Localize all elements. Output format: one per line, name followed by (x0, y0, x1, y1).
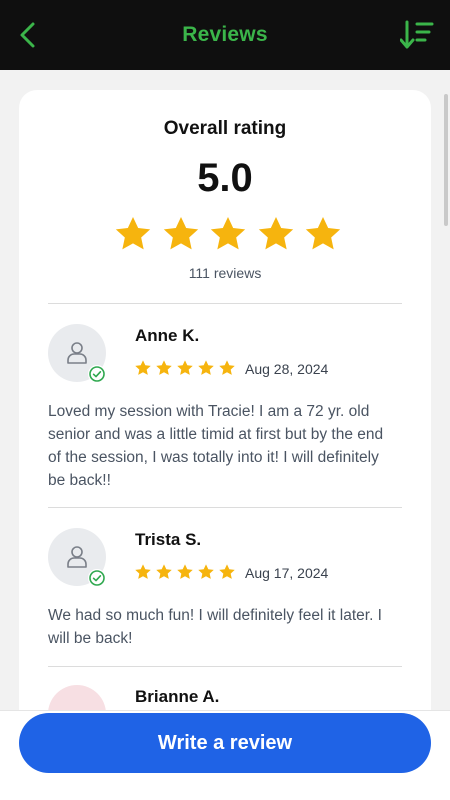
star-icon (177, 564, 193, 579)
bottom-action-bar: Write a review (0, 710, 450, 800)
check-circle-icon (89, 366, 105, 382)
review-star-rating (134, 563, 236, 581)
star-icon (219, 564, 235, 579)
overall-score: 5.0 (197, 156, 253, 200)
star-icon (198, 564, 214, 579)
page-title: Reviews (182, 23, 268, 46)
check-circle-icon (89, 570, 105, 586)
overall-rating-label: Overall rating (163, 118, 287, 139)
reviewer-name: Anne K. (135, 326, 200, 345)
star-icon (135, 360, 151, 375)
review-date: Aug 28, 2024 (245, 361, 329, 377)
overall-rating-section: Overall rating 5.0 111 reviews (19, 90, 431, 302)
back-button[interactable] (14, 21, 42, 49)
verified-badge (88, 569, 106, 587)
star-icon (258, 217, 293, 250)
app: Reviews Overall rating 5.0 111 reviews A… (0, 0, 450, 800)
star-icon (156, 564, 172, 579)
reviews-card: Overall rating 5.0 111 reviews Anne K. A… (19, 90, 431, 730)
review-text: We had so much fun! I will definitely fe… (48, 607, 382, 647)
star-icon (177, 360, 193, 375)
star-icon (115, 217, 151, 250)
review-item: Anne K. Aug 28, 2024 Loved my session wi… (19, 304, 431, 507)
reviews-count: 111 reviews (188, 265, 262, 281)
star-icon (198, 360, 214, 375)
chevron-left-icon (20, 22, 35, 48)
star-icon (163, 217, 198, 250)
user-icon (67, 342, 87, 364)
review-text: Loved my session with Tracie! I am a 72 … (48, 403, 384, 489)
overall-star-rating (113, 214, 343, 254)
review-item: Trista S. Aug 17, 2024 We had so much fu… (19, 508, 431, 666)
verified-badge (88, 365, 106, 383)
review-date: Aug 17, 2024 (245, 565, 329, 581)
star-icon (210, 217, 246, 250)
user-icon (67, 546, 87, 568)
star-icon (135, 564, 151, 579)
star-icon (305, 217, 341, 250)
sort-button[interactable] (400, 19, 434, 51)
star-icon (219, 360, 235, 375)
reviewer-name: Trista S. (135, 530, 202, 549)
write-review-button[interactable]: Write a review (19, 713, 431, 773)
reviewer-name: Brianne A. (135, 687, 220, 706)
scrollbar[interactable] (444, 94, 448, 226)
top-app-bar: Reviews (0, 0, 450, 70)
review-star-rating (134, 359, 236, 377)
star-icon (156, 360, 172, 375)
sort-descending-icon (400, 20, 434, 49)
